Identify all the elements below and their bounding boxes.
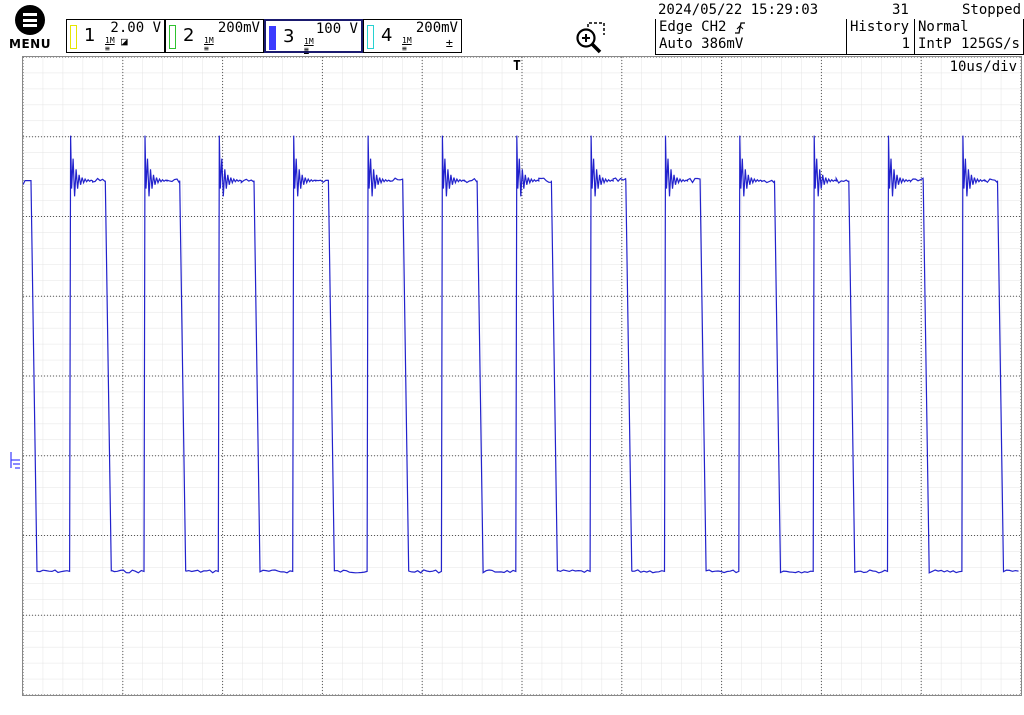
channel-1-number: 1: [84, 25, 96, 46]
zoom-in-icon: [576, 22, 605, 54]
channel-1-button[interactable]: 1 2.00 V 1M ≡ ◪: [66, 19, 165, 53]
menu-label: MENU: [9, 37, 51, 51]
waveform-display[interactable]: T 10us/div: [22, 56, 1022, 696]
top-toolbar: MENU 1 2.00 V 1M ≡ ◪ 2 200mV 1M ≡ 3 100 V …: [0, 0, 1024, 56]
acquisition-count: 31: [892, 2, 909, 18]
channel-2-button[interactable]: 2 200mV 1M ≡: [165, 19, 264, 53]
coupling-icon: 1M ≡: [304, 37, 314, 54]
channel-2-color: [169, 25, 176, 49]
ground-reference-icon[interactable]: [7, 451, 21, 469]
sample-rate: 125GS/s: [960, 36, 1020, 52]
graticule: [23, 57, 1021, 695]
channel-3-trace: [23, 135, 1019, 574]
trigger-mode: Auto 386mV: [659, 36, 744, 52]
trigger-position-marker[interactable]: T: [513, 59, 521, 74]
channel-strip: 1 2.00 V 1M ≡ ◪ 2 200mV 1M ≡ 3 100 V 1M ≡ 4…: [66, 19, 466, 55]
acquisition-panel[interactable]: Normal IntP 125GS/s: [914, 19, 1024, 55]
channel-2-scale: 200mV: [217, 20, 260, 36]
probe-icon: ◪: [121, 35, 128, 48]
waveform-canvas: [23, 57, 1021, 695]
interpolation-mode: IntP: [918, 36, 952, 52]
rising-edge-icon: [735, 22, 745, 34]
channel-1-color: [70, 25, 77, 49]
zoom-button[interactable]: [574, 22, 606, 54]
channel-3-scale: 100 V: [315, 21, 358, 37]
channel-4-number: 4: [381, 25, 393, 46]
menu-button[interactable]: MENU: [6, 5, 54, 53]
history-label: History: [850, 19, 910, 35]
channel-4-color: [367, 25, 374, 49]
trigger-info[interactable]: Edge CH2 Auto 386mV: [655, 19, 847, 55]
channel-3-number: 3: [283, 26, 295, 47]
history-value: 1: [901, 36, 910, 52]
coupling-icon: 1M ≡: [402, 36, 412, 53]
coupling-icon: 1M ≡: [204, 36, 214, 53]
bandwidth-limit-icon: ±: [445, 36, 453, 50]
trigger-type: Edge CH2: [659, 19, 727, 35]
coupling-icon: 1M ≡: [105, 36, 115, 53]
menu-icon: [15, 5, 45, 35]
channel-3-button[interactable]: 3 100 V 1M ≡: [264, 19, 363, 54]
channel-1-scale: 2.00 V: [110, 20, 161, 36]
timebase-label: 10us/div: [949, 59, 1017, 75]
channel-4-button[interactable]: 4 200mV 1M ≡ ±: [363, 19, 462, 53]
channel-4-scale: 200mV: [415, 20, 458, 36]
channel-3-color: [269, 26, 276, 50]
channel-2-number: 2: [183, 25, 195, 46]
acquisition-mode: Normal: [918, 19, 969, 35]
datetime: 2024/05/22 15:29:03: [658, 2, 819, 18]
history-panel[interactable]: History 1: [846, 19, 915, 55]
run-state[interactable]: Stopped: [962, 2, 1021, 19]
